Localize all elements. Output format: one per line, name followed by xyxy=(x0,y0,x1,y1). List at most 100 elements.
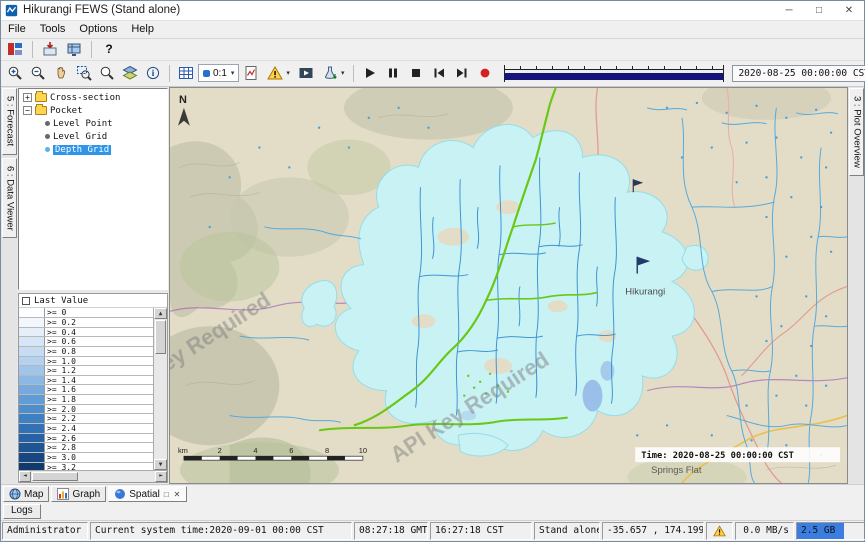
legend-value: >= 2.6 xyxy=(45,434,78,443)
grid-display-icon[interactable] xyxy=(63,39,85,60)
status-system-time: Current system time:2020-09-01 00:00 CST xyxy=(90,522,352,540)
legend-value: >= 0 xyxy=(45,308,68,317)
database-icon[interactable] xyxy=(4,39,26,60)
tree-label: Pocket xyxy=(50,106,83,116)
expander-icon[interactable]: − xyxy=(23,106,32,115)
legend-value: >= 1.8 xyxy=(45,395,78,404)
legend-panel: Last Value >= 0 >= 0.2 >= 0.4 >= 0.6 >= … xyxy=(18,293,168,483)
legend-row: >= 1.0 xyxy=(19,357,153,367)
magnifier-icon[interactable] xyxy=(96,63,118,84)
maximize-button[interactable]: □ xyxy=(804,1,834,20)
tree-item-cross-section[interactable]: + Cross-section xyxy=(19,91,167,104)
legend-row: >= 0.6 xyxy=(19,337,153,347)
time-slider-bar[interactable] xyxy=(504,73,724,80)
tab-graph-label: Graph xyxy=(72,489,100,500)
legend-swatch xyxy=(19,337,45,346)
layer-panel: + Cross-section − Pocket Level Point Lev… xyxy=(17,87,169,484)
tree-item-pocket[interactable]: − Pocket xyxy=(19,104,167,117)
menu-options[interactable]: Options xyxy=(72,22,124,36)
svg-text:4: 4 xyxy=(253,447,257,456)
warning-dropdown-button[interactable]: ▾ xyxy=(263,63,294,84)
tree-item-level-point[interactable]: Level Point xyxy=(19,117,167,130)
legend-value: >= 1.6 xyxy=(45,385,78,394)
tab-map[interactable]: Map xyxy=(3,486,49,502)
zoom-out-icon[interactable] xyxy=(27,63,49,84)
layer-ratio-combo[interactable]: 0:1 ▾ xyxy=(198,64,239,82)
legend-value: >= 0.4 xyxy=(45,328,78,337)
record-button[interactable] xyxy=(474,63,496,84)
step-forward-button[interactable] xyxy=(451,63,473,84)
status-warning-button[interactable] xyxy=(706,522,733,540)
tab-spatial[interactable]: Spatial □ ✕ xyxy=(108,486,187,502)
svg-text:10: 10 xyxy=(359,447,367,456)
scroll-up-icon[interactable]: ▲ xyxy=(154,308,167,319)
status-user: Administrator xyxy=(2,522,88,540)
legend-horizontal-scrollbar[interactable]: ◄ ► xyxy=(19,470,167,482)
sample-dropdown-button[interactable]: ▾ xyxy=(318,63,349,84)
import-data-icon[interactable] xyxy=(39,39,61,60)
legend-swatch xyxy=(19,443,45,452)
last-value-checkbox[interactable] xyxy=(22,297,30,305)
scroll-left-icon[interactable]: ◄ xyxy=(19,471,31,482)
sidebar-tab-forecast[interactable]: 5 : Forecast xyxy=(2,88,17,154)
play-button[interactable] xyxy=(359,63,381,84)
bullet-icon xyxy=(45,121,50,126)
title-bar: Hikurangi FEWS (Stand alone) ─ □ ✕ xyxy=(1,1,864,21)
svg-text:km: km xyxy=(178,447,188,456)
svg-text:N: N xyxy=(179,94,187,106)
menu-file[interactable]: File xyxy=(1,22,33,36)
legend-row: >= 2.4 xyxy=(19,424,153,434)
legend-vertical-scrollbar[interactable]: ▲ ▼ xyxy=(154,308,167,470)
expander-icon[interactable]: + xyxy=(23,93,32,102)
legend-swatch xyxy=(19,395,45,404)
bullet-icon xyxy=(45,147,50,152)
logs-button[interactable]: Logs xyxy=(3,504,41,519)
profile-document-icon[interactable] xyxy=(240,63,262,84)
sidebar-tab-data-viewer[interactable]: 6 : Data Viewer xyxy=(2,158,17,239)
scroll-thumb[interactable] xyxy=(32,472,78,481)
scroll-down-icon[interactable]: ▼ xyxy=(154,459,167,470)
left-shortcut-strip: 5 : Forecast 6 : Data Viewer xyxy=(1,87,17,484)
grid-table-icon[interactable] xyxy=(175,63,197,84)
scroll-right-icon[interactable]: ► xyxy=(155,471,167,482)
menu-tools[interactable]: Tools xyxy=(33,22,73,36)
legend-row: >= 0.8 xyxy=(19,347,153,357)
sidebar-tab-plot-overview[interactable]: 3 : Plot Overview xyxy=(849,88,864,176)
tree-item-level-grid[interactable]: Level Grid xyxy=(19,130,167,143)
stop-button[interactable] xyxy=(405,63,427,84)
legend-value: >= 0.2 xyxy=(45,318,78,327)
step-back-button[interactable] xyxy=(428,63,450,84)
close-button[interactable]: ✕ xyxy=(834,1,864,20)
minimize-button[interactable]: ─ xyxy=(774,1,804,20)
legend-value: >= 3.0 xyxy=(45,453,78,462)
help-button[interactable]: ? xyxy=(98,39,120,60)
legend-row: >= 1.6 xyxy=(19,385,153,395)
legend-value: >= 1.4 xyxy=(45,376,78,385)
legend-row: >= 1.8 xyxy=(19,395,153,405)
info-icon[interactable]: i xyxy=(142,63,164,84)
legend-swatch xyxy=(19,405,45,414)
zoom-in-icon[interactable] xyxy=(4,63,26,84)
status-gmt-time: 08:27:18 GMT xyxy=(354,522,428,540)
scroll-thumb[interactable] xyxy=(155,320,166,354)
legend-swatch xyxy=(19,366,45,375)
pan-hand-icon[interactable] xyxy=(50,63,72,84)
status-network: 0.0 MB/s xyxy=(735,522,794,540)
legend-value: >= 0.8 xyxy=(45,347,78,356)
map-viewport[interactable]: API Key Required API Key Required Hikura… xyxy=(169,87,848,484)
layers-icon[interactable] xyxy=(119,63,141,84)
folder-icon xyxy=(35,93,47,102)
tab-maximize-icon[interactable]: □ xyxy=(163,490,170,499)
tab-close-icon[interactable]: ✕ xyxy=(173,490,182,499)
legend-row: >= 0 xyxy=(19,308,153,318)
tree-item-depth-grid[interactable]: Depth Grid xyxy=(19,143,167,156)
movie-export-icon[interactable] xyxy=(295,63,317,84)
last-value-label: Last Value xyxy=(34,296,88,306)
place-label-hikurangi: Hikurangi xyxy=(625,287,665,298)
legend-swatch xyxy=(19,453,45,462)
zoom-box-icon[interactable] xyxy=(73,63,95,84)
time-slider[interactable] xyxy=(504,65,724,82)
menu-help[interactable]: Help xyxy=(124,22,161,36)
pause-button[interactable] xyxy=(382,63,404,84)
tab-graph[interactable]: Graph xyxy=(51,486,106,502)
